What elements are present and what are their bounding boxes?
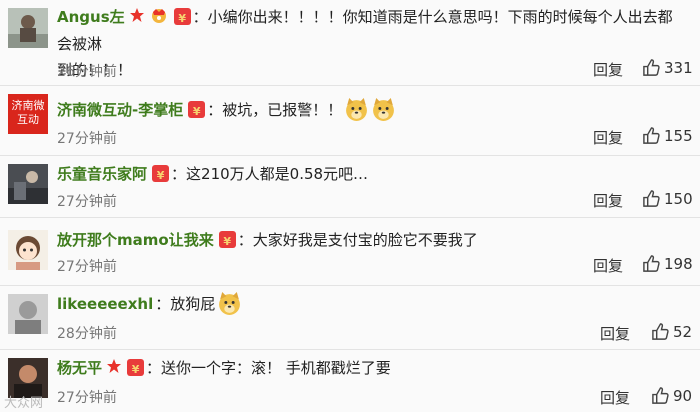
like-count: 52	[673, 323, 693, 341]
avatar[interactable]	[8, 230, 48, 270]
doge-emoji	[217, 291, 242, 324]
comment-time: 27分钟前	[57, 390, 117, 406]
username-link[interactable]: 济南微互动-李掌柜	[57, 101, 183, 119]
thumbs-up-icon	[652, 387, 669, 404]
comment-item: 杨无平：送你一个字：滚！ 手机都戳烂了要 27分钟前 回复 90	[0, 350, 700, 412]
comment-text: 送你一个字：滚！ 手机都戳烂了要	[161, 359, 391, 377]
thumbs-up-icon	[643, 255, 660, 272]
avatar[interactable]	[8, 164, 48, 204]
like-button[interactable]: 52	[651, 322, 692, 341]
like-count: 150	[664, 190, 693, 208]
avatar[interactable]	[8, 8, 48, 48]
username-link[interactable]: 乐童音乐家阿	[57, 165, 147, 183]
crown-vip-icon	[149, 5, 169, 31]
like-count: 155	[664, 127, 693, 145]
like-count: 90	[673, 387, 693, 405]
star-icon	[129, 5, 145, 31]
comment-text: 放狗屁	[170, 295, 216, 313]
reply-button[interactable]: 回复	[600, 387, 630, 408]
comment-time: 28分钟前	[57, 326, 117, 342]
comment-item: 乐童音乐家阿：这210万人都是0.58元吧… 27分钟前 回复 150	[0, 156, 700, 218]
like-count: 198	[664, 255, 693, 273]
red-packet-icon	[173, 6, 191, 32]
comment-content: 济南微互动-李掌柜：被坑，已报警！！	[57, 97, 687, 130]
like-button[interactable]: 150	[642, 189, 693, 208]
comment-text: 这210万人都是0.58元吧…	[186, 165, 369, 183]
username-link[interactable]: likeeeeexhl	[57, 295, 153, 313]
comment-item: 放开那个mamo让我来：大家好我是支付宝的脸它不要我了 27分钟前 回复 198	[0, 218, 700, 286]
thumbs-up-icon	[652, 323, 669, 340]
comment-item: likeeeeexhl ：放狗屁 28分钟前 回复 52	[0, 286, 700, 350]
watermark: 大众网	[4, 396, 44, 411]
doge-emoji	[344, 97, 369, 130]
username-link[interactable]: Angus左	[57, 8, 125, 26]
comment-content: likeeeeexhl ：放狗屁	[57, 291, 687, 324]
comment-content: 杨无平：送你一个字：滚！ 手机都戳烂了要	[57, 355, 687, 383]
red-packet-icon	[218, 229, 236, 255]
like-button[interactable]: 198	[642, 254, 693, 273]
like-button[interactable]: 90	[651, 386, 692, 405]
like-button[interactable]: 155	[642, 126, 693, 145]
like-count: 331	[664, 59, 693, 77]
reply-button[interactable]: 回复	[593, 127, 623, 148]
red-packet-icon	[188, 99, 206, 125]
comment-item: 济南微互动 济南微互动-李掌柜：被坑，已报警！！ 27分钟前 回复 155	[0, 86, 700, 156]
comment-time: 27分钟前	[57, 194, 117, 210]
username-link[interactable]: 放开那个mamo让我来	[57, 231, 214, 249]
comment-time: 26分钟前	[57, 64, 117, 80]
thumbs-up-icon	[643, 127, 660, 144]
comment-text: 大家好我是支付宝的脸它不要我了	[252, 231, 478, 249]
reply-button[interactable]: 回复	[593, 255, 623, 276]
comment-time: 27分钟前	[57, 259, 117, 275]
red-packet-icon	[152, 163, 170, 189]
thumbs-up-icon	[643, 190, 660, 207]
comment-content: 放开那个mamo让我来：大家好我是支付宝的脸它不要我了	[57, 227, 687, 255]
like-button[interactable]: 331	[642, 58, 693, 77]
reply-button[interactable]: 回复	[593, 190, 623, 211]
comment-text: 被坑，已报警！！	[222, 101, 343, 119]
reply-button[interactable]: 回复	[593, 59, 623, 80]
doge-emoji	[371, 97, 396, 130]
avatar[interactable]	[8, 294, 48, 334]
username-link[interactable]: 杨无平	[57, 359, 102, 377]
red-packet-icon	[127, 357, 145, 383]
comment-content: 乐童音乐家阿：这210万人都是0.58元吧…	[57, 161, 687, 189]
reply-button[interactable]: 回复	[600, 323, 630, 344]
comment-time: 27分钟前	[57, 131, 117, 147]
thumbs-up-icon	[643, 59, 660, 76]
star-icon	[106, 356, 122, 382]
comment-item: Angus左：小编你出来！！！！你知道雨是什么意思吗！下雨的时候每个人出去都会被…	[0, 0, 700, 86]
avatar-text: 济南微互动	[11, 99, 45, 126]
avatar[interactable]: 济南微互动	[8, 94, 48, 134]
